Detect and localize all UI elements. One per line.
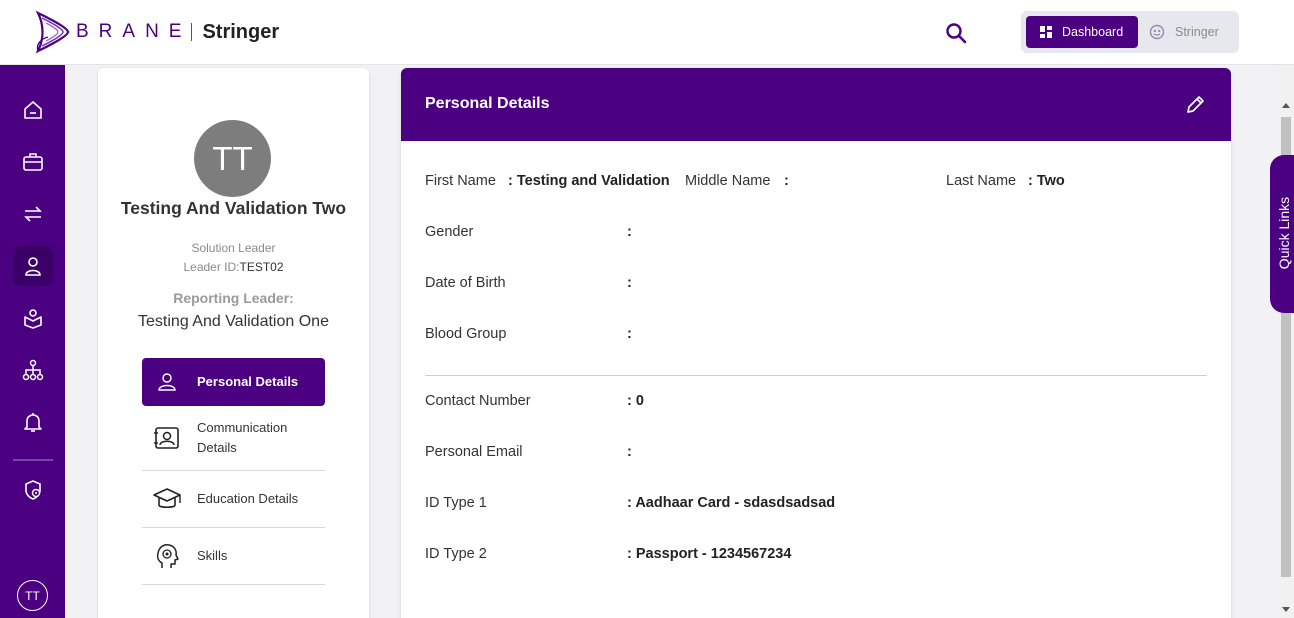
sidebar-item-hierarchy[interactable]	[13, 350, 53, 390]
menu-skills[interactable]: Skills	[142, 528, 325, 585]
sidebar-item-jobs[interactable]	[13, 142, 53, 182]
contact-number-value: : 0	[627, 393, 644, 409]
first-name-value: : Testing and Validation	[508, 173, 670, 189]
contact-card-icon	[154, 427, 179, 449]
stringer-toggle-label: Stringer	[1175, 25, 1219, 39]
product-name: Stringer	[202, 20, 280, 43]
dashboard-toggle-label: Dashboard	[1062, 25, 1124, 39]
profile-name: Testing And Validation Two	[120, 198, 347, 218]
personal-email-value: :	[627, 444, 632, 460]
gender-value: :	[627, 224, 632, 240]
first-name-label: First Name	[425, 173, 496, 189]
bell-icon	[24, 413, 42, 432]
briefcase-icon	[23, 153, 43, 171]
id-type-1-label: ID Type 1	[425, 495, 487, 511]
dashboard-toggle-button[interactable]: Dashboard	[1026, 16, 1138, 48]
section-divider	[425, 375, 1207, 376]
brand-logo[interactable]: BRANE Stringer	[34, 9, 279, 55]
learning-icon	[24, 309, 42, 329]
id-type-1-value: : Aadhaar Card - sdasdsadsad	[627, 495, 836, 511]
person-icon	[158, 373, 176, 391]
left-sidebar: TT	[0, 65, 65, 618]
sidebar-item-transfers[interactable]	[13, 194, 53, 234]
panel-header: Personal Details	[401, 68, 1231, 141]
stringer-face-icon	[1149, 24, 1165, 40]
quick-links-tab[interactable]: Quick Links	[1270, 155, 1294, 313]
hierarchy-icon	[22, 359, 44, 381]
brane-logo-icon	[35, 10, 70, 54]
contact-number-label: Contact Number	[425, 393, 531, 409]
sidebar-item-profile[interactable]	[13, 246, 53, 286]
graduation-cap-icon	[153, 488, 181, 509]
sidebar-divider	[13, 459, 53, 461]
brand-name: BRANE	[76, 21, 192, 42]
brain-icon	[156, 544, 179, 568]
sidebar-item-settings[interactable]	[13, 470, 53, 510]
leader-id-label: Leader ID:	[183, 260, 240, 274]
home-icon	[24, 101, 42, 119]
settings-shield-icon	[25, 480, 41, 500]
middle-name-label: Middle Name	[685, 173, 771, 189]
transfer-arrows-icon	[24, 206, 42, 222]
page-scrollbar[interactable]	[1278, 65, 1294, 618]
sidebar-item-home[interactable]	[13, 90, 53, 130]
quick-links-label: Quick Links	[1276, 196, 1292, 270]
profile-role: Solution Leader	[191, 241, 276, 255]
dob-value: :	[627, 275, 632, 291]
sidebar-item-notifications[interactable]	[13, 402, 53, 442]
personal-email-label: Personal Email	[425, 444, 523, 460]
search-icon	[946, 23, 967, 44]
profile-leader-id: Leader ID:TEST02	[118, 260, 349, 274]
edit-button[interactable]	[1184, 94, 1206, 116]
menu-label: Communication Details	[197, 420, 288, 455]
pencil-icon	[1187, 96, 1204, 113]
profile-menu: Personal Details Communication Details E…	[142, 358, 325, 585]
profile-avatar: TT	[194, 120, 271, 197]
personal-details-panel: Personal Details First Name : Testing an…	[401, 68, 1231, 618]
menu-communication-details[interactable]: Communication Details	[142, 406, 325, 471]
menu-education-details[interactable]: Education Details	[142, 471, 325, 528]
sidebar-item-learning[interactable]	[13, 298, 53, 338]
id-type-2-value: : Passport - 1234567234	[627, 546, 792, 562]
panel-title: Personal Details	[425, 95, 550, 112]
stringer-toggle-button[interactable]: Stringer	[1149, 16, 1234, 48]
menu-label: Education Details	[197, 491, 299, 506]
last-name-label: Last Name	[946, 173, 1017, 189]
reporting-leader-name: Testing And Validation One	[138, 313, 329, 330]
user-icon	[25, 257, 41, 276]
last-name-value: : Two	[1028, 173, 1065, 189]
view-toggle: Dashboard Stringer	[1021, 11, 1239, 53]
user-avatar[interactable]: TT	[17, 580, 48, 611]
gender-label: Gender	[425, 224, 474, 240]
scroll-up-icon[interactable]	[1282, 103, 1290, 108]
top-header: BRANE Stringer Dashboard Stringer	[0, 0, 1294, 65]
blood-group-label: Blood Group	[425, 326, 507, 342]
dashboard-grid-icon	[1040, 26, 1052, 38]
menu-label: Skills	[197, 548, 228, 563]
dob-label: Date of Birth	[425, 275, 506, 291]
profile-card: TT Testing And Validation Two Solution L…	[98, 68, 369, 618]
reporting-leader-label: Reporting Leader:	[173, 290, 294, 306]
brand-separator	[191, 23, 193, 41]
search-button[interactable]	[944, 21, 968, 45]
menu-personal-details[interactable]: Personal Details	[142, 358, 325, 406]
blood-group-value: :	[627, 326, 632, 342]
middle-name-value: :	[784, 173, 789, 189]
menu-label: Personal Details	[197, 374, 299, 389]
leader-id-value: TEST02	[239, 260, 284, 274]
scroll-down-icon[interactable]	[1282, 607, 1290, 612]
id-type-2-label: ID Type 2	[425, 546, 487, 562]
